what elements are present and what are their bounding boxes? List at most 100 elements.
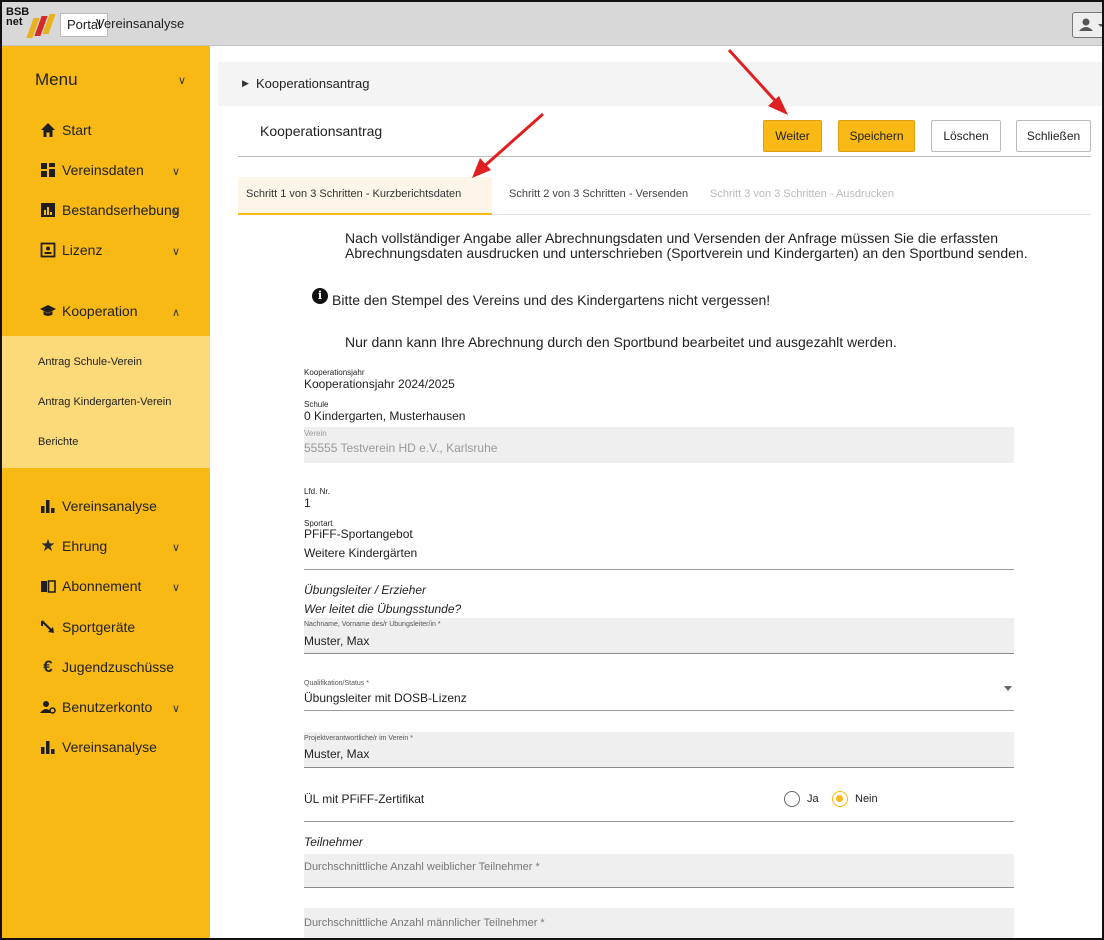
menu-title: Menu (35, 70, 78, 89)
step-2-tab[interactable]: Schritt 2 von 3 Schritten - Versenden (509, 177, 688, 215)
sidebar-item-label: Start (62, 122, 92, 138)
close-button[interactable]: Schließen (1016, 120, 1091, 152)
breadcrumb: ▶ Kooperationsantrag (218, 62, 1102, 106)
field-underline (304, 821, 1014, 822)
stepper: Schritt 1 von 3 Schritten - Kurzberichts… (238, 177, 1091, 215)
sidebar-item-jugendzuschuesse[interactable]: € Jugendzuschüsse (2, 650, 210, 686)
sidebar-item-ehrung[interactable]: ★ Ehrung ∨ (2, 529, 210, 565)
field-label-trainer-name: Nachname, Vorname des/r Ubungsleiter/in … (304, 621, 441, 628)
logo-text-bottom: net (6, 16, 23, 28)
sidebar-item-label: Vereinsanalyse (62, 498, 157, 514)
section-question: Wer leitet die Übungsstunde? (304, 602, 462, 616)
kooperation-submenu: Antrag Schule-Verein Antrag Kindergarten… (2, 336, 210, 468)
user-gear-icon (40, 699, 56, 715)
user-menu-button[interactable] (1072, 12, 1102, 38)
field-label-verein: Verein (304, 429, 327, 438)
chevron-down-icon: ∨ (171, 703, 180, 715)
radio-ja[interactable] (784, 791, 800, 807)
submenu-item-schule-verein[interactable]: Antrag Schule-Verein (38, 356, 142, 368)
field-value-projektverantwortliche[interactable]: Muster, Max (304, 747, 369, 761)
arrow-icon (40, 619, 56, 635)
section-heading-uebungsleiter: Übungsleiter / Erzieher (304, 583, 427, 597)
bar-chart-icon (40, 739, 56, 755)
menu-header[interactable]: Menu ∨ (2, 66, 210, 96)
sidebar-item-label: Benutzerkonto (62, 699, 153, 715)
sidebar-item-benutzerkonto[interactable]: Benutzerkonto ∨ (2, 690, 210, 726)
field-value-trainer-name[interactable]: Muster, Max (304, 634, 369, 648)
bar-chart-icon (40, 498, 56, 514)
radio-label-nein[interactable]: Nein (855, 793, 878, 805)
user-icon (1079, 18, 1102, 31)
sidebar-item-sportgeraete[interactable]: Sportgeräte (2, 610, 210, 646)
breadcrumb-item[interactable]: Kooperationsantrag (256, 76, 369, 91)
star-icon: ★ (40, 536, 56, 555)
info-text-line-3: Nur dann kann Ihre Abrechnung durch den … (345, 334, 897, 350)
save-button[interactable]: Speichern (838, 120, 915, 152)
sidebar-item-label: Kooperation (62, 303, 138, 319)
sidebar-item-start[interactable]: Start (2, 113, 210, 149)
home-icon (40, 122, 56, 138)
sidebar-item-bestandserhebung[interactable]: Bestandserhebung ∨ (2, 193, 210, 229)
sidebar-item-lizenz[interactable]: Lizenz ∨ (2, 233, 210, 269)
sidebar-item-label: Bestandserhebung (62, 202, 180, 218)
field-value-kooperationsjahr: Kooperationsjahr 2024/2025 (304, 377, 455, 391)
chevron-down-icon: ∨ (171, 206, 180, 218)
male-participants-placeholder: Durchschnittliche Anzahl männlicher Teil… (304, 917, 545, 929)
section-heading-teilnehmer: Teilnehmer (304, 835, 363, 849)
bsb-net-logo[interactable]: BSB net (6, 6, 56, 42)
submenu-item-berichte[interactable]: Berichte (38, 436, 78, 448)
sidebar-item-label: Vereinsdaten (62, 162, 144, 178)
sidebar-item-label: Lizenz (62, 242, 103, 258)
sidebar-item-kooperation[interactable]: Kooperation ∧ (2, 294, 210, 330)
euro-icon: € (43, 657, 53, 676)
chevron-down-icon: ∨ (171, 542, 180, 554)
chevron-down-icon: ∨ (171, 582, 180, 594)
sidebar-item-vereinsanalyse[interactable]: Vereinsanalyse (2, 489, 210, 525)
page-title: Kooperationsantrag (260, 123, 383, 139)
tab-vereinsanalyse[interactable]: Vereinsanalyse (90, 13, 190, 37)
info-text-line-2: Abrechnungsdaten ausdrucken und untersch… (345, 245, 1028, 261)
sidebar-item-abonnement[interactable]: Abonnement ∨ (2, 569, 210, 605)
field-underline (304, 710, 1014, 711)
field-label-projektverantwortliche: Projektverantwortliche/r im Verein * (304, 735, 413, 742)
sidebar-item-label: Vereinsanalyse (62, 739, 157, 755)
field-value-lfd-nr: 1 (304, 496, 311, 510)
info-icon: i (312, 288, 328, 304)
book-icon (40, 578, 56, 594)
chevron-down-icon: ∨ (171, 166, 180, 178)
step-3-tab: Schritt 3 von 3 Schritten - Ausdrucken (710, 188, 895, 200)
field-label-lfd-nr: Lfd. Nr. (304, 487, 330, 496)
main-content: ▶ Kooperationsantrag Kooperationsantrag … (210, 46, 1102, 938)
divider (238, 156, 1091, 157)
sidebar-item-vereinsdaten[interactable]: Vereinsdaten ∨ (2, 153, 210, 189)
step-1-tab[interactable]: Schritt 1 von 3 Schritten - Kurzberichts… (238, 177, 492, 215)
weitere-kindergaerten-field[interactable]: Weitere Kindergärten (304, 546, 417, 560)
field-label-pfiff-zertifikat: ÜL mit PFiFF-Zertifikat (304, 792, 425, 806)
notice-text: Bitte den Stempel des Vereins und des Ki… (332, 292, 771, 308)
field-label-schule: Schule (304, 400, 329, 409)
chevron-down-icon: ∨ (177, 75, 186, 87)
chevron-up-icon: ∧ (171, 307, 180, 319)
app-window: BSB net Portal Vereinsanalyse Menu ∨ Sta… (0, 0, 1104, 940)
chart-box-icon (40, 202, 56, 218)
weiter-button[interactable]: Weiter (763, 120, 822, 152)
field-value-sportart: PFiFF-Sportangebot (304, 527, 413, 541)
qualifikation-select[interactable]: Übungsleiter mit DOSB-Lizenz (304, 691, 467, 705)
top-bar: BSB net Portal Vereinsanalyse (2, 2, 1102, 46)
radio-nein[interactable] (832, 791, 848, 807)
caret-down-icon[interactable] (1004, 686, 1012, 691)
sidebar-item-label: Abonnement (62, 578, 142, 594)
chevron-down-icon: ∨ (171, 246, 180, 258)
caret-right-icon[interactable]: ▶ (242, 78, 249, 89)
field-underline (304, 569, 1014, 570)
sidebar-item-vereinsanalyse-2[interactable]: Vereinsanalyse (2, 730, 210, 766)
sidebar-item-label: Sportgeräte (62, 619, 136, 635)
graduation-cap-icon (40, 303, 56, 319)
delete-button[interactable]: Löschen (931, 120, 1001, 152)
sidebar: Menu ∨ Start Vereinsdaten ∨ Bestandserhe… (2, 46, 210, 938)
submenu-item-kindergarten-verein[interactable]: Antrag Kindergarten-Verein (38, 396, 171, 408)
field-value-schule: 0 Kindergarten, Musterhausen (304, 409, 466, 423)
id-card-icon (40, 242, 56, 258)
field-label-kooperationsjahr: Kooperationsjahr (304, 368, 365, 377)
radio-label-ja[interactable]: Ja (807, 793, 819, 805)
